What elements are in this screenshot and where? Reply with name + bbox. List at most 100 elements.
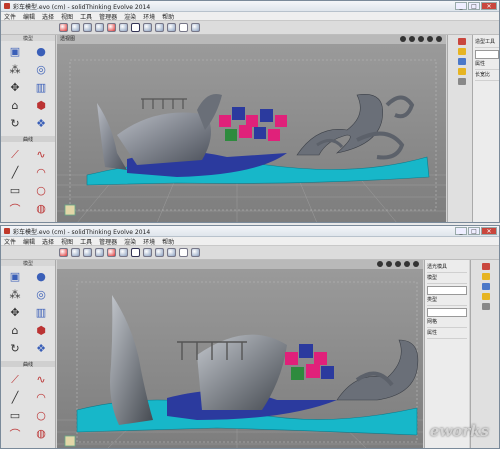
maximize-button[interactable]: □	[468, 226, 480, 235]
property-field[interactable]	[475, 50, 499, 59]
polyline-icon[interactable]: ⟋	[5, 147, 25, 162]
menu-select[interactable]: 选择	[42, 12, 54, 21]
fit-icon[interactable]	[119, 23, 128, 32]
layer-icon[interactable]	[457, 58, 466, 65]
curve-icon[interactable]: ∿	[31, 372, 51, 387]
extrude-icon[interactable]: ⬢	[31, 323, 51, 338]
offset-icon[interactable]: ◍	[31, 426, 51, 441]
zoom-icon[interactable]	[83, 23, 92, 32]
arc-icon[interactable]: ◠	[31, 390, 51, 405]
viewport[interactable]	[57, 260, 423, 448]
menu-help[interactable]: 帮助	[162, 237, 174, 246]
line-icon[interactable]: ╱	[5, 390, 25, 405]
render-icon[interactable]	[59, 23, 68, 32]
menu-render[interactable]: 渲染	[124, 237, 136, 246]
curve-icon[interactable]: ∿	[31, 147, 51, 162]
cylinder-icon[interactable]: ▥	[31, 305, 51, 320]
light-bulb-icon[interactable]	[481, 273, 490, 280]
sphere-icon[interactable]: ●	[31, 44, 51, 59]
select-arrow-icon[interactable]	[179, 248, 188, 257]
revolve-icon[interactable]: ↻	[5, 341, 25, 356]
menu-manager[interactable]: 管理器	[99, 12, 117, 21]
loft-icon[interactable]: ❖	[31, 116, 51, 131]
boolean-icon[interactable]: ✥	[5, 305, 25, 320]
zoom-out-icon[interactable]	[107, 23, 116, 32]
menu-select[interactable]: 选择	[42, 237, 54, 246]
revolve-icon[interactable]: ↻	[5, 116, 25, 131]
minimize-button[interactable]: _	[455, 1, 467, 10]
property-field-1[interactable]	[427, 286, 467, 295]
line-icon[interactable]: ╱	[5, 165, 25, 180]
zoom-box-icon[interactable]	[95, 23, 104, 32]
cylinder-icon[interactable]: ▥	[31, 80, 51, 95]
render-icon[interactable]	[59, 248, 68, 257]
folder-icon[interactable]	[481, 293, 490, 300]
offset-icon[interactable]: ◍	[31, 201, 51, 216]
cube-icon[interactable]: ▣	[5, 44, 25, 59]
polyline-icon[interactable]: ⟋	[5, 372, 25, 387]
cluster-icon[interactable]: ⁂	[5, 287, 25, 302]
plane-icon[interactable]	[143, 23, 152, 32]
light-bulb-icon[interactable]	[457, 48, 466, 55]
snap-icon[interactable]	[155, 248, 164, 257]
arc-icon[interactable]: ◠	[31, 165, 51, 180]
rectangle-icon[interactable]: ▭	[5, 183, 25, 198]
window-title: 彩车模型.evo (cm) - solidThinking Evolve 201…	[13, 228, 151, 236]
fillet-icon[interactable]: ⌒	[5, 426, 25, 441]
menu-manager[interactable]: 管理器	[99, 237, 117, 246]
close-button[interactable]: ✕	[481, 1, 497, 10]
folder-icon[interactable]	[457, 68, 466, 75]
menu-environment[interactable]: 环境	[143, 12, 155, 21]
loft-icon[interactable]: ❖	[31, 341, 51, 356]
menu-tools[interactable]: 工具	[80, 12, 92, 21]
menu-tools[interactable]: 工具	[80, 237, 92, 246]
surface-icon[interactable]: ⌂	[5, 323, 25, 338]
menu-view[interactable]: 视图	[61, 237, 73, 246]
grid-icon[interactable]	[167, 23, 176, 32]
grid-icon[interactable]	[167, 248, 176, 257]
plane-icon[interactable]	[143, 248, 152, 257]
material-icon[interactable]	[481, 263, 490, 270]
property-field-2[interactable]	[427, 308, 467, 317]
circle-icon[interactable]: ○	[31, 183, 51, 198]
maximize-button[interactable]: □	[468, 1, 480, 10]
close-button[interactable]: ✕	[481, 226, 497, 235]
cluster-icon[interactable]: ⁂	[5, 62, 25, 77]
zoom-icon[interactable]	[83, 248, 92, 257]
fit-icon[interactable]	[119, 248, 128, 257]
torus-icon[interactable]: ◎	[31, 287, 51, 302]
menu-file[interactable]: 文件	[4, 12, 16, 21]
minimize-button[interactable]: _	[455, 226, 467, 235]
menu-edit[interactable]: 编辑	[23, 237, 35, 246]
menu-view[interactable]: 视图	[61, 12, 73, 21]
layer-icon[interactable]	[481, 283, 490, 290]
boolean-icon[interactable]: ✥	[5, 80, 25, 95]
extrude-icon[interactable]: ⬢	[31, 98, 51, 113]
zoom-box-icon[interactable]	[95, 248, 104, 257]
viewport[interactable]: 透视图	[57, 35, 446, 222]
tool-icon[interactable]	[191, 248, 200, 257]
circle-icon[interactable]: ○	[31, 408, 51, 423]
globe-icon[interactable]	[71, 248, 80, 257]
surface-icon[interactable]: ⌂	[5, 98, 25, 113]
zoom-out-icon[interactable]	[107, 248, 116, 257]
menu-edit[interactable]: 编辑	[23, 12, 35, 21]
settings-icon[interactable]	[481, 303, 490, 310]
cube-icon[interactable]: ▣	[5, 269, 25, 284]
settings-icon[interactable]	[457, 78, 466, 85]
menu-file[interactable]: 文件	[4, 237, 16, 246]
menu-render[interactable]: 渲染	[124, 12, 136, 21]
rectangle-icon[interactable]: ▭	[5, 408, 25, 423]
tool-icon[interactable]	[191, 23, 200, 32]
select-arrow-icon[interactable]	[179, 23, 188, 32]
snap-icon[interactable]	[155, 23, 164, 32]
move-icon[interactable]	[131, 23, 140, 32]
fillet-icon[interactable]: ⌒	[5, 201, 25, 216]
globe-icon[interactable]	[71, 23, 80, 32]
torus-icon[interactable]: ◎	[31, 62, 51, 77]
move-icon[interactable]	[131, 248, 140, 257]
sphere-icon[interactable]: ●	[31, 269, 51, 284]
menu-help[interactable]: 帮助	[162, 12, 174, 21]
material-icon[interactable]	[457, 38, 466, 45]
menu-environment[interactable]: 环境	[143, 237, 155, 246]
